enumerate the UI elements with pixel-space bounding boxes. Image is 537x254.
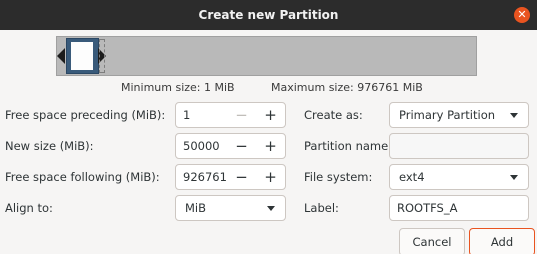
chevron-down-icon	[510, 112, 518, 118]
free-preceding-label: Free space preceding (MiB):	[5, 108, 166, 122]
free-following-value[interactable]: 926761	[176, 170, 227, 184]
new-size-label: New size (MiB):	[5, 139, 94, 153]
maximum-size-text: Maximum size: 976761 MiB	[271, 81, 423, 94]
create-as-label: Create as:	[304, 108, 363, 122]
minus-icon[interactable]: −	[227, 103, 256, 127]
partition-name-input[interactable]	[389, 133, 529, 159]
plus-icon[interactable]: +	[256, 134, 285, 158]
plus-icon[interactable]: +	[256, 103, 285, 127]
label-input[interactable]: ROOTFS_A	[389, 195, 529, 221]
dialog-titlebar: Create new Partition ✕	[0, 0, 537, 30]
free-preceding-value[interactable]: 1	[176, 108, 227, 122]
plus-icon[interactable]: +	[256, 165, 285, 189]
cancel-button[interactable]: Cancel	[399, 228, 465, 254]
close-icon[interactable]: ✕	[514, 7, 530, 23]
create-as-value: Primary Partition	[399, 108, 496, 122]
minus-icon[interactable]: −	[227, 134, 256, 158]
new-size-spinner[interactable]: 50000 − +	[175, 133, 286, 159]
create-as-select[interactable]: Primary Partition	[389, 102, 529, 128]
align-to-value: MiB	[185, 201, 207, 215]
resize-marker	[99, 39, 105, 73]
dialog-title: Create new Partition	[198, 8, 339, 22]
add-button[interactable]: Add	[469, 228, 535, 254]
file-system-select[interactable]: ext4	[389, 164, 529, 190]
partition-resizer[interactable]	[56, 36, 477, 76]
file-system-label: File system:	[304, 170, 373, 184]
free-preceding-spinner[interactable]: 1 − +	[175, 102, 286, 128]
chevron-down-icon	[510, 174, 518, 180]
align-to-label: Align to:	[5, 201, 53, 215]
new-size-value[interactable]: 50000	[176, 139, 227, 153]
minimum-size-text: Minimum size: 1 MiB	[121, 81, 235, 94]
partition-name-label: Partition name:	[304, 139, 393, 153]
label-label: Label:	[304, 201, 339, 215]
partition-block-fill	[71, 42, 93, 70]
file-system-value: ext4	[399, 170, 425, 184]
align-to-select[interactable]: MiB	[175, 195, 286, 221]
free-following-spinner[interactable]: 926761 − +	[175, 164, 286, 190]
free-following-label: Free space following (MiB):	[5, 170, 160, 184]
resize-left-handle-icon[interactable]	[57, 48, 65, 64]
chevron-down-icon	[267, 205, 275, 211]
minus-icon[interactable]: −	[227, 165, 256, 189]
partition-block[interactable]	[66, 38, 99, 74]
